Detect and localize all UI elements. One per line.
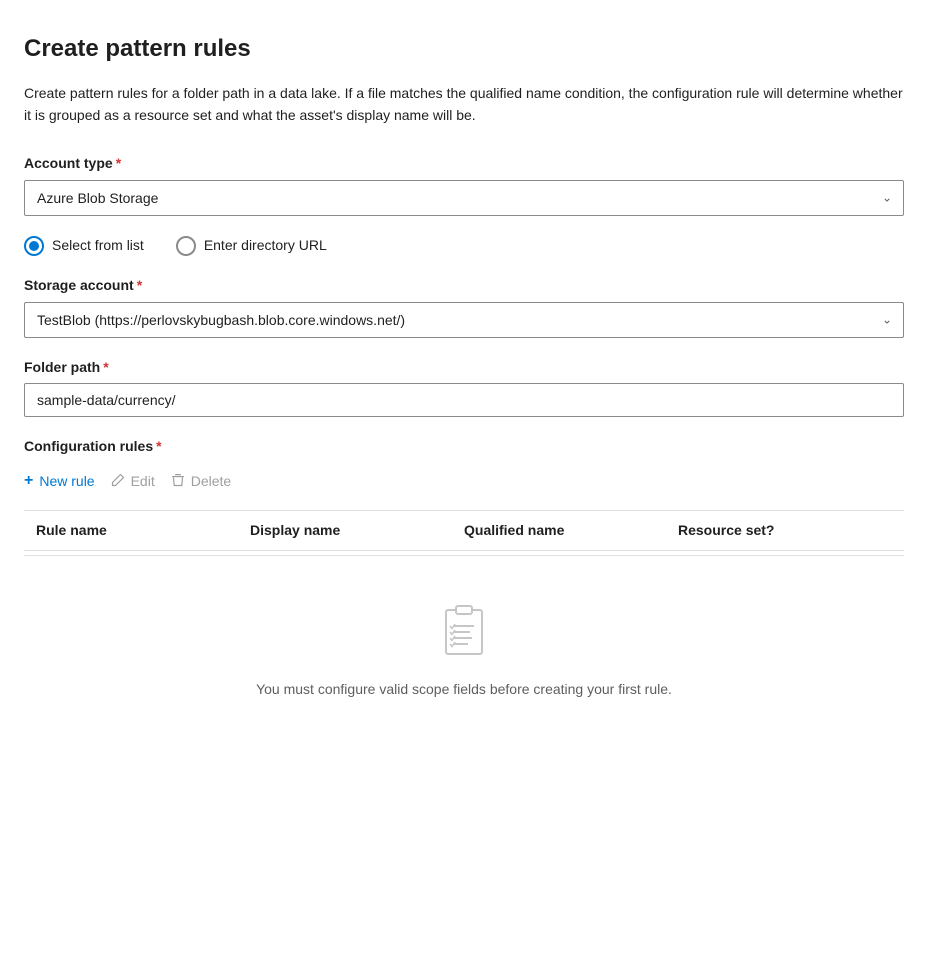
col-display-name: Display name	[250, 521, 464, 541]
delete-icon	[171, 473, 185, 490]
table-header-row: Rule name Display name Qualified name Re…	[24, 511, 904, 552]
col-qualified-name: Qualified name	[464, 521, 678, 541]
radio-selected-indicator	[29, 241, 39, 251]
rules-toolbar: + New rule Edit	[24, 469, 920, 494]
storage-account-select-wrapper: TestBlob (https://perlovskybugbash.blob.…	[24, 302, 904, 338]
edit-icon	[111, 473, 125, 490]
empty-state-text: You must configure valid scope fields be…	[256, 680, 672, 700]
page-title: Create pattern rules	[24, 32, 920, 66]
table-divider	[24, 555, 904, 556]
page-description: Create pattern rules for a folder path i…	[24, 82, 904, 127]
new-rule-button[interactable]: + New rule	[24, 469, 95, 493]
enter-directory-url-radio[interactable]	[176, 236, 196, 256]
account-type-label: Account type *	[24, 154, 920, 174]
delete-button[interactable]: Delete	[171, 469, 231, 494]
col-resource-set: Resource set?	[678, 521, 892, 541]
select-from-list-radio[interactable]	[24, 236, 44, 256]
enter-directory-url-label: Enter directory URL	[204, 236, 327, 256]
folder-path-field: Folder path *	[24, 358, 920, 418]
config-rules-required: *	[156, 437, 161, 457]
storage-account-field: Storage account * TestBlob (https://perl…	[24, 276, 920, 338]
col-rule-name: Rule name	[36, 521, 250, 541]
account-type-select[interactable]: Azure Blob Storage Azure Data Lake Stora…	[24, 180, 904, 216]
required-indicator: *	[116, 154, 121, 174]
plus-icon: +	[24, 473, 33, 489]
page-container: Create pattern rules Create pattern rule…	[0, 0, 944, 965]
configuration-rules-section: Configuration rules * + New rule Edit	[24, 437, 920, 740]
empty-state: You must configure valid scope fields be…	[24, 560, 904, 740]
configuration-rules-label: Configuration rules *	[24, 437, 920, 457]
source-type-radio-group: Select from list Enter directory URL	[24, 236, 920, 256]
folder-path-input[interactable]	[24, 383, 904, 417]
enter-directory-url-option[interactable]: Enter directory URL	[176, 236, 327, 256]
select-from-list-option[interactable]: Select from list	[24, 236, 144, 256]
storage-account-required: *	[137, 276, 142, 296]
folder-path-label: Folder path *	[24, 358, 920, 378]
empty-state-icon	[432, 600, 496, 664]
account-type-select-wrapper: Azure Blob Storage Azure Data Lake Stora…	[24, 180, 904, 216]
storage-account-select[interactable]: TestBlob (https://perlovskybugbash.blob.…	[24, 302, 904, 338]
folder-path-required: *	[103, 358, 108, 378]
rules-table: Rule name Display name Qualified name Re…	[24, 510, 904, 740]
account-type-field: Account type * Azure Blob Storage Azure …	[24, 154, 920, 216]
edit-button[interactable]: Edit	[111, 469, 155, 494]
select-from-list-label: Select from list	[52, 236, 144, 256]
storage-account-label: Storage account *	[24, 276, 920, 296]
